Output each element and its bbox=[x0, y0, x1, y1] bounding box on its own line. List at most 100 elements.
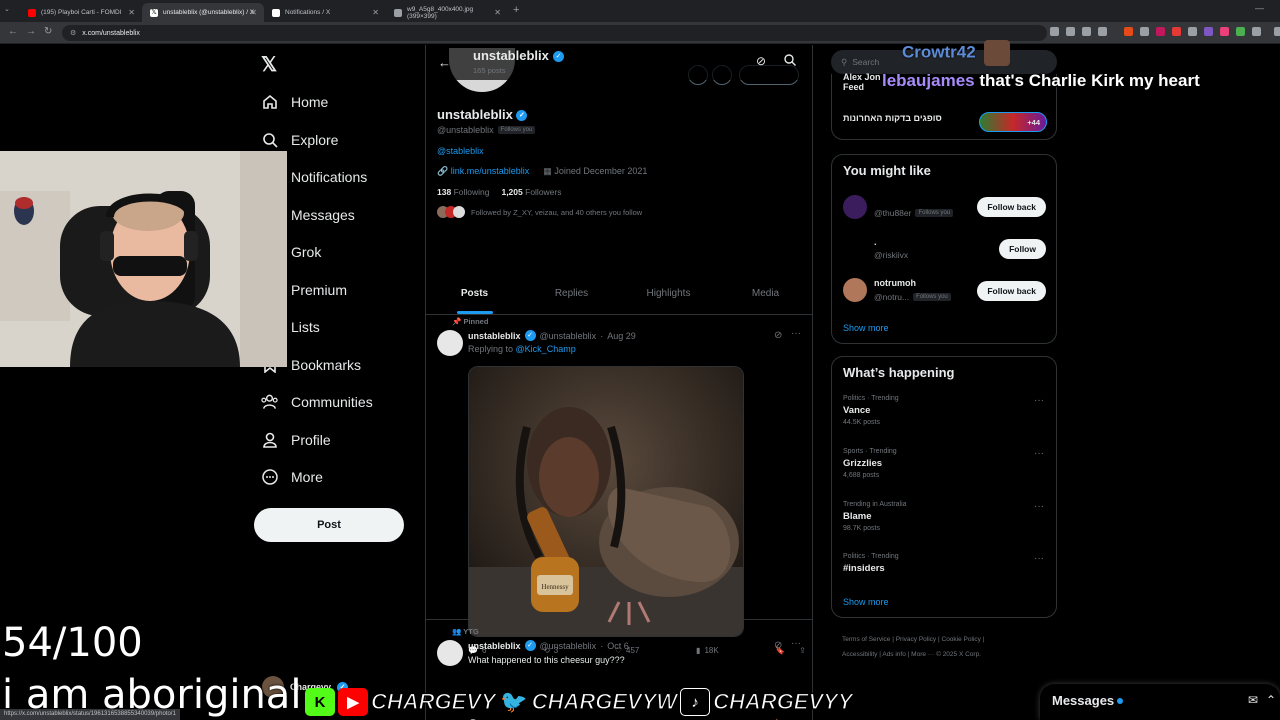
trend-item[interactable]: Sports · Trending Grizzlies 4,688 posts bbox=[843, 448, 897, 479]
twitch-extension-icon[interactable] bbox=[1204, 27, 1213, 36]
trend-more-icon[interactable]: ··· bbox=[1034, 395, 1044, 406]
url-field[interactable]: ⚙ x.com/unstableblix bbox=[62, 25, 1047, 41]
nav-more[interactable]: More bbox=[261, 468, 323, 485]
privacy-link[interactable]: Privacy Policy bbox=[896, 636, 936, 643]
extension-icon[interactable] bbox=[1172, 27, 1181, 36]
extension-icon[interactable] bbox=[1140, 27, 1149, 36]
site-info-icon[interactable]: ⚙ bbox=[70, 29, 76, 37]
close-tab-icon[interactable]: ✕ bbox=[128, 8, 135, 17]
trend-more-icon[interactable]: ··· bbox=[1034, 501, 1044, 512]
ads-info-link[interactable]: Ads info bbox=[882, 651, 906, 658]
tab-highlights[interactable]: Highlights bbox=[620, 275, 717, 314]
chat-message: Crowtr42 bbox=[902, 40, 1011, 66]
grok-icon[interactable]: ⊘ bbox=[774, 640, 782, 651]
trend-item[interactable]: Politics · Trending #insiders bbox=[843, 553, 899, 574]
following-label: Following bbox=[453, 187, 490, 197]
replying-to-link[interactable]: @Kick_Champ bbox=[516, 344, 576, 354]
extension-icon[interactable] bbox=[1236, 27, 1245, 36]
extension-icon[interactable] bbox=[1220, 27, 1229, 36]
avatar[interactable] bbox=[843, 278, 867, 302]
close-tab-icon[interactable]: ✕ bbox=[250, 8, 257, 17]
tab-posts[interactable]: Posts bbox=[426, 275, 523, 314]
download-icon[interactable] bbox=[1274, 27, 1280, 36]
nav-profile[interactable]: Profile bbox=[261, 431, 331, 448]
follow-button[interactable]: Follow bbox=[999, 239, 1046, 259]
post-more-icon[interactable]: ··· bbox=[791, 638, 801, 649]
messages-drawer[interactable]: Messages ✉ ⌃ bbox=[1040, 684, 1280, 720]
webcam-overlay bbox=[0, 151, 287, 367]
expand-icon[interactable]: ⌃ bbox=[1266, 693, 1276, 707]
new-tab-button[interactable]: + bbox=[513, 4, 519, 16]
back-arrow-icon[interactable]: ← bbox=[8, 26, 18, 37]
post-image[interactable]: Hennessy bbox=[468, 366, 744, 637]
tab-replies[interactable]: Replies bbox=[523, 275, 620, 314]
post-button[interactable]: Post bbox=[254, 508, 404, 542]
nav-communities[interactable]: Communities bbox=[261, 393, 373, 410]
browser-tab-profile[interactable]: 𝕏 unstableblix (@unstableblix) / X ✕ bbox=[142, 3, 264, 22]
show-more-link[interactable]: Show more bbox=[843, 597, 889, 607]
browser-tab-image[interactable]: w9_A5g8_400x400.jpg (399×399) ✕ bbox=[386, 3, 508, 22]
extension-icon[interactable] bbox=[1050, 27, 1059, 36]
extension-icon[interactable] bbox=[1188, 27, 1197, 36]
suggestion-handle[interactable]: @riskiivx bbox=[874, 250, 908, 260]
share-icon[interactable] bbox=[1082, 27, 1091, 36]
extension-icon[interactable] bbox=[1156, 27, 1165, 36]
reload-icon[interactable]: ↻ bbox=[44, 26, 52, 37]
follow-back-button[interactable]: Follow back bbox=[977, 197, 1046, 217]
back-arrow-icon[interactable]: ← bbox=[438, 55, 451, 70]
suggestion-handle[interactable]: @notru... bbox=[874, 292, 909, 302]
feed-item[interactable]: Alex Jon Feed bbox=[843, 72, 881, 92]
browser-tab-notifications[interactable]: Notifications / X ✕ bbox=[264, 3, 386, 22]
terms-link[interactable]: Terms of Service bbox=[842, 636, 890, 643]
post-time[interactable]: Aug 29 bbox=[607, 331, 636, 341]
bottle-label-text: Hennessy bbox=[541, 583, 569, 591]
tiktok-logo-icon: ♪ bbox=[680, 688, 711, 716]
suggestion-name[interactable]: . bbox=[874, 237, 877, 247]
avatar[interactable] bbox=[437, 330, 463, 356]
suggestion-name[interactable]: notrumoh bbox=[874, 278, 916, 288]
website-link[interactable]: link.me/unstableblix bbox=[451, 166, 530, 176]
x-logo[interactable]: 𝕏 bbox=[261, 52, 277, 77]
minimize-window-button[interactable]: — bbox=[1255, 3, 1264, 13]
feed-members-stack[interactable]: +44 bbox=[979, 112, 1047, 132]
post-author-name[interactable]: unstableblix bbox=[468, 641, 521, 651]
feed-item[interactable]: סופגים בדקות האחרונות bbox=[843, 113, 942, 123]
close-tab-icon[interactable]: ✕ bbox=[372, 8, 379, 17]
profile-meta-row: 🔗 link.me/unstableblix ▦ Joined December… bbox=[437, 166, 647, 177]
tab-search-icon[interactable]: ⌄ bbox=[4, 5, 10, 13]
tab-media[interactable]: Media bbox=[717, 275, 812, 314]
avatar[interactable] bbox=[843, 195, 867, 219]
post-author-name[interactable]: unstableblix bbox=[468, 331, 521, 341]
new-message-icon[interactable]: ✉ bbox=[1248, 693, 1258, 707]
extensions-puzzle-icon[interactable] bbox=[1252, 27, 1261, 36]
bio-mention-link[interactable]: @stableblix bbox=[437, 146, 484, 156]
trend-more-icon[interactable]: ··· bbox=[1034, 553, 1044, 564]
footer-more-link[interactable]: More ··· bbox=[911, 651, 934, 658]
bookmark-star-icon[interactable] bbox=[1098, 27, 1107, 36]
trend-more-icon[interactable]: ··· bbox=[1034, 448, 1044, 459]
browser-tab-youtube[interactable]: (195) Playboi Carti - FOMDI ✕ bbox=[20, 3, 142, 22]
trend-item[interactable]: Politics · Trending Vance 44.5K posts bbox=[843, 395, 899, 426]
followers-stat[interactable]: 1,205 Followers bbox=[501, 187, 561, 197]
nav-home[interactable]: Home bbox=[261, 93, 328, 110]
grok-analyze-icon[interactable]: ⊘ bbox=[756, 54, 766, 68]
zoom-icon[interactable] bbox=[1066, 27, 1075, 36]
grok-icon[interactable]: ⊘ bbox=[774, 330, 782, 341]
avatar[interactable] bbox=[437, 640, 463, 666]
follow-back-button[interactable]: Follow back bbox=[977, 281, 1046, 301]
suggestion-handle[interactable]: @thu88er bbox=[874, 208, 911, 218]
pinned-post[interactable]: 📌 Pinned unstableblix ✓ @unstableblix · … bbox=[426, 316, 812, 655]
forward-arrow-icon[interactable]: → bbox=[26, 26, 36, 37]
nav-explore[interactable]: Explore bbox=[261, 131, 338, 148]
followed-by-row[interactable]: Followed by Z_XY, veizau, and 40 others … bbox=[437, 206, 642, 218]
following-stat[interactable]: 138 Following bbox=[437, 187, 489, 197]
extension-icon[interactable] bbox=[1124, 27, 1133, 36]
accessibility-link[interactable]: Accessibility bbox=[842, 651, 877, 658]
trend-item[interactable]: Trending in Australia Blame 98.7K posts bbox=[843, 501, 907, 532]
post-time[interactable]: Oct 6 bbox=[607, 641, 629, 651]
close-tab-icon[interactable]: ✕ bbox=[494, 8, 501, 17]
post-more-icon[interactable]: ··· bbox=[791, 328, 801, 339]
show-more-link[interactable]: Show more bbox=[843, 323, 889, 333]
search-icon[interactable] bbox=[784, 53, 796, 71]
cookie-link[interactable]: Cookie Policy bbox=[942, 636, 981, 643]
